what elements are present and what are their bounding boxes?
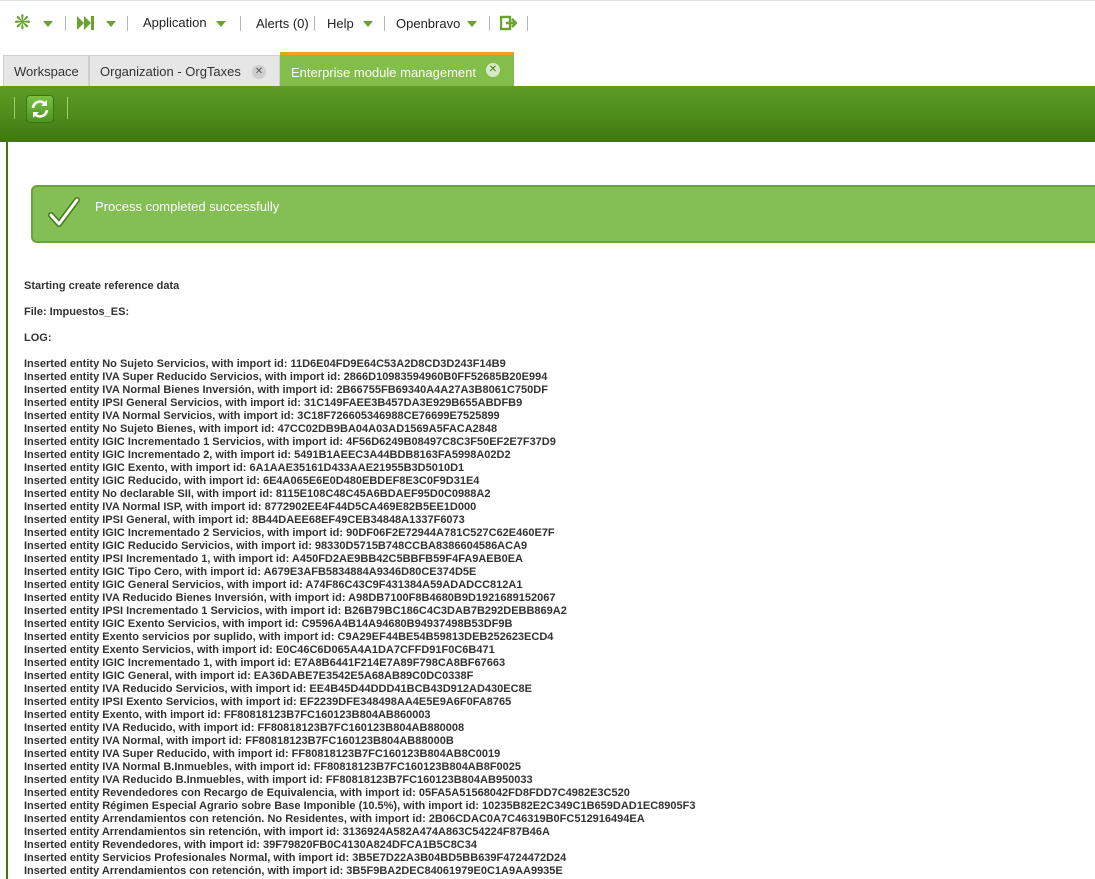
close-icon[interactable]: ✕	[252, 65, 266, 79]
user-menu[interactable]: Openbravo	[396, 16, 460, 31]
recent-views-icon[interactable]	[76, 15, 94, 31]
refresh-icon	[31, 100, 49, 118]
log-line: Inserted entity IGIC Reducido Servicios,…	[24, 540, 528, 552]
log-line: Inserted entity Arrendamientos con reten…	[24, 813, 645, 825]
log-line: Inserted entity Exento servicios por sup…	[24, 631, 554, 643]
separator	[65, 16, 66, 31]
log-line: Inserted entity Exento, with import id: …	[24, 709, 431, 721]
chevron-down-icon[interactable]	[216, 21, 226, 27]
success-message-text: Process completed successfully	[95, 199, 280, 214]
separator	[489, 16, 490, 31]
log-line: Inserted entity IPSI General, with impor…	[24, 514, 465, 526]
log-line: Inserted entity Revendedores con Recargo…	[24, 787, 630, 799]
logout-icon[interactable]	[499, 15, 518, 31]
log-line: Inserted entity IPSI Incrementado 1 Serv…	[24, 605, 567, 617]
log-file: File: Impuestos_ES:	[24, 306, 130, 318]
checkmark-icon	[47, 196, 81, 230]
process-log: Starting create reference data File: Imp…	[24, 280, 695, 878]
chevron-down-icon[interactable]	[106, 21, 116, 27]
log-lines: Inserted entity No Sujeto Servicios, wit…	[24, 358, 695, 878]
tab-organization-orgtaxes[interactable]: Organization - OrgTaxes ✕	[89, 55, 280, 86]
alerts-link[interactable]: Alerts (0)	[256, 16, 309, 31]
log-line: Inserted entity IVA Normal Bienes Invers…	[24, 384, 548, 396]
process-result-panel: Process completed successfully Starting …	[6, 142, 1095, 879]
log-line: Inserted entity IPSI General Servicios, …	[24, 397, 523, 409]
separator	[527, 16, 528, 31]
chevron-down-icon[interactable]	[467, 21, 477, 27]
log-line: Inserted entity IVA Reducido Servicios, …	[24, 683, 532, 695]
tab-bar: Workspace Organization - OrgTaxes ✕ Ente…	[0, 52, 1095, 86]
separator	[67, 97, 68, 119]
log-line: Inserted entity Régimen Especial Agrario…	[24, 800, 696, 812]
separator	[240, 16, 241, 31]
log-line: Inserted entity No Sujeto Bienes, with i…	[24, 423, 498, 435]
log-line: Inserted entity Exento Servicios, with i…	[24, 644, 495, 656]
separator	[127, 16, 128, 31]
log-line: Inserted entity Arrendamientos sin reten…	[24, 826, 550, 838]
application-menu[interactable]: Application	[143, 15, 207, 30]
log-line: Inserted entity IPSI Exento Servicios, w…	[24, 696, 512, 708]
log-line: Inserted entity IGIC Incrementado 2 Serv…	[24, 527, 555, 539]
log-line: Inserted entity IGIC Incrementado 1, wit…	[24, 657, 506, 669]
log-label: LOG:	[24, 332, 52, 344]
log-line: Inserted entity IGIC Incrementado 2, wit…	[24, 449, 511, 461]
log-line: Inserted entity IVA Reducido Bienes Inve…	[24, 592, 556, 604]
log-line: Inserted entity IGIC Exento, with import…	[24, 462, 465, 474]
toolbar	[0, 86, 1095, 142]
close-icon[interactable]: ✕	[486, 63, 500, 77]
log-line: Inserted entity IGIC General Servicios, …	[24, 579, 523, 591]
log-line: Inserted entity IGIC Incrementado 1 Serv…	[24, 436, 556, 448]
log-line: Inserted entity IVA Reducido B.Inmuebles…	[24, 774, 533, 786]
refresh-button[interactable]	[26, 95, 54, 123]
log-line: Inserted entity IVA Normal ISP, with imp…	[24, 501, 477, 513]
quick-launch-icon[interactable]: ❋	[14, 13, 31, 33]
tab-label: Enterprise module management	[291, 65, 476, 80]
separator	[384, 16, 385, 31]
separator	[14, 97, 15, 119]
chevron-down-icon[interactable]	[363, 21, 373, 27]
log-line: Inserted entity IVA Normal, with import …	[24, 735, 454, 747]
log-line: Inserted entity IGIC Tipo Cero, with imp…	[24, 566, 477, 578]
log-line: Inserted entity IGIC Exento Servicios, w…	[24, 618, 513, 630]
success-message: Process completed successfully	[31, 185, 1095, 243]
log-line: Inserted entity IGIC General, with impor…	[24, 670, 474, 682]
chevron-down-icon[interactable]	[43, 21, 53, 27]
log-line: Inserted entity IVA Super Reducido, with…	[24, 748, 501, 760]
log-line: Inserted entity IVA Normal B.Inmuebles, …	[24, 761, 522, 773]
tab-label: Workspace	[14, 64, 79, 79]
log-line: Inserted entity Revendedores, with impor…	[24, 839, 477, 851]
tab-enterprise-module-management[interactable]: Enterprise module management ✕	[280, 52, 514, 86]
tab-label: Organization - OrgTaxes	[100, 64, 241, 79]
log-line: Inserted entity Servicios Profesionales …	[24, 852, 567, 864]
help-menu[interactable]: Help	[327, 16, 354, 31]
log-line: Inserted entity IGIC Reducido, with impo…	[24, 475, 480, 487]
separator	[314, 16, 315, 31]
log-line: Inserted entity Arrendamientos con reten…	[24, 865, 563, 877]
log-line: Inserted entity IPSI Incrementado 1, wit…	[24, 553, 523, 565]
log-line: Inserted entity No Sujeto Servicios, wit…	[24, 358, 506, 370]
log-line: Inserted entity No declarable SII, with …	[24, 488, 491, 500]
log-line: Inserted entity IVA Reducido, with impor…	[24, 722, 465, 734]
tab-workspace[interactable]: Workspace	[3, 55, 89, 86]
log-title: Starting create reference data	[24, 280, 180, 292]
top-navigation-bar: ❋ Application Alerts (0) Help Openbravo	[0, 0, 1095, 45]
log-line: Inserted entity IVA Normal Servicios, wi…	[24, 410, 500, 422]
log-line: Inserted entity IVA Super Reducido Servi…	[24, 371, 548, 383]
